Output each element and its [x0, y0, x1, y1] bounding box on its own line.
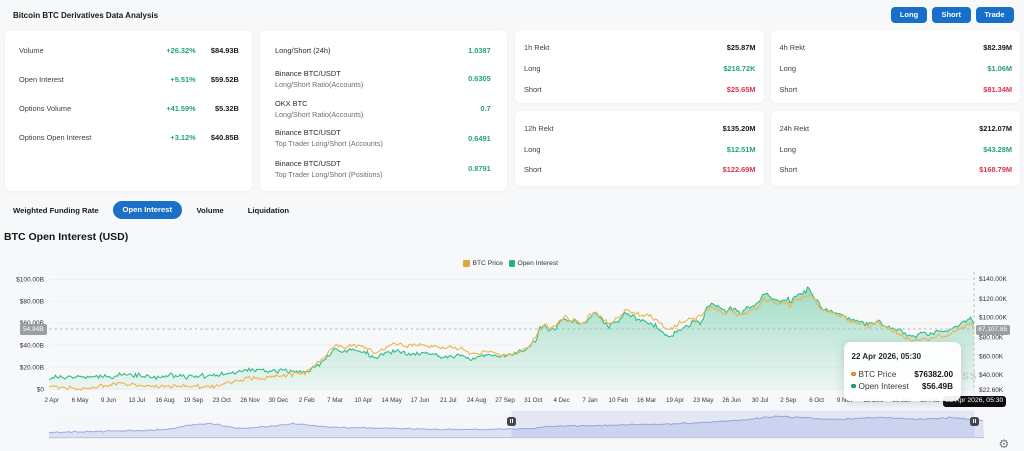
- svg-text:4 Dec: 4 Dec: [554, 397, 570, 404]
- svg-text:21 Jul: 21 Jul: [440, 397, 457, 404]
- svg-text:31 Oct: 31 Oct: [524, 397, 543, 404]
- svg-text:$100.00K: $100.00K: [979, 315, 1007, 322]
- svg-text:17 Jun: 17 Jun: [411, 397, 430, 404]
- svg-text:2 Apr: 2 Apr: [44, 397, 58, 404]
- svg-text:$22.60K: $22.60K: [979, 387, 1004, 394]
- svg-text:6 May: 6 May: [72, 397, 90, 404]
- svg-text:7 Mar: 7 Mar: [327, 397, 343, 404]
- svg-text:10 Apr: 10 Apr: [354, 397, 372, 404]
- svg-text:26 Nov: 26 Nov: [240, 397, 261, 404]
- svg-text:14 May: 14 May: [382, 397, 403, 404]
- svg-text:9 Jun: 9 Jun: [101, 397, 117, 404]
- svg-text:13 Jul: 13 Jul: [128, 397, 145, 404]
- svg-text:$40.00B: $40.00B: [20, 342, 44, 349]
- svg-text:30 Jul: 30 Jul: [752, 397, 769, 404]
- svg-text:7 Jan: 7 Jan: [582, 397, 598, 404]
- svg-text:30 Dec: 30 Dec: [268, 397, 288, 404]
- svg-text:$80.00K: $80.00K: [979, 334, 1004, 341]
- svg-text:$140.00K: $140.00K: [979, 276, 1007, 283]
- svg-text:26 Jun: 26 Jun: [722, 397, 741, 404]
- svg-text:$0: $0: [37, 387, 45, 394]
- svg-text:27 Sep: 27 Sep: [495, 397, 515, 404]
- svg-text:$80.00B: $80.00B: [20, 299, 44, 306]
- svg-text:$60.00K: $60.00K: [979, 354, 1004, 361]
- svg-text:19 Apr: 19 Apr: [666, 397, 684, 404]
- svg-text:16 Aug: 16 Aug: [155, 397, 175, 404]
- svg-text:24 Aug: 24 Aug: [467, 397, 487, 404]
- svg-text:6 Oct: 6 Oct: [809, 397, 824, 404]
- svg-text:10 Feb: 10 Feb: [609, 397, 629, 404]
- svg-text:$40.00K: $40.00K: [979, 372, 1004, 379]
- svg-text:23 Oct: 23 Oct: [213, 397, 232, 404]
- svg-text:2 Feb: 2 Feb: [299, 397, 315, 404]
- svg-text:2 Sep: 2 Sep: [780, 397, 797, 404]
- svg-text:$100.00B: $100.00B: [16, 277, 44, 284]
- svg-text:16 Mar: 16 Mar: [637, 397, 656, 404]
- svg-text:19 Sep: 19 Sep: [183, 397, 203, 404]
- svg-text:$20.00B: $20.00B: [20, 364, 44, 371]
- svg-text:23 May: 23 May: [693, 397, 714, 404]
- svg-text:$120.00K: $120.00K: [979, 296, 1007, 303]
